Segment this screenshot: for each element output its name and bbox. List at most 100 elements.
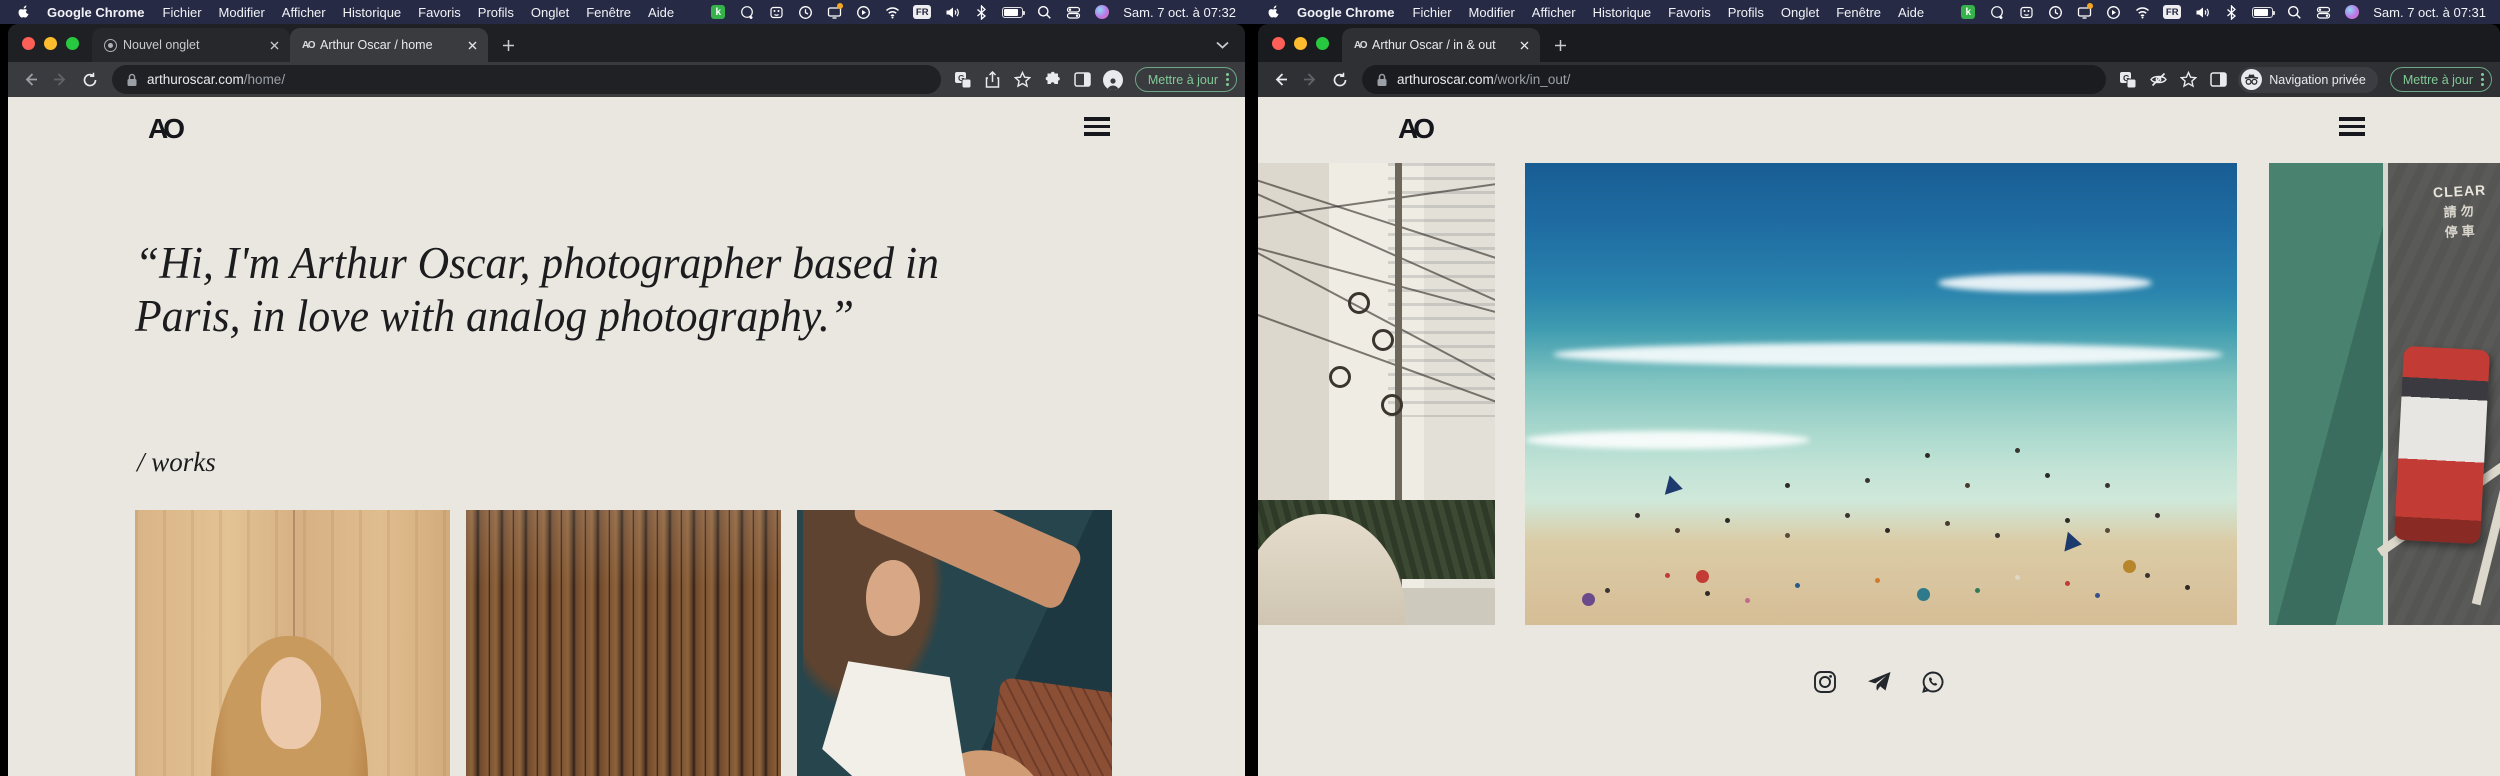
photo-portrait-blonde[interactable] [135, 510, 450, 776]
menu-item-favoris[interactable]: Favoris [418, 5, 461, 20]
menu-item-modifier[interactable]: Modifier [1469, 5, 1515, 20]
display-alert-icon[interactable] [2076, 3, 2094, 20]
control-center-icon[interactable] [2315, 4, 2331, 20]
side-panel-icon[interactable] [1069, 66, 1097, 94]
back-button[interactable] [1266, 66, 1294, 94]
battery-icon[interactable] [2252, 6, 2276, 18]
menu-clock[interactable]: Sam. 7 oct. à 07:32 [1123, 5, 1236, 20]
menu-item-profils[interactable]: Profils [1728, 5, 1764, 20]
keyboard-layout-fr[interactable]: FR [913, 5, 932, 19]
menu-item-historique[interactable]: Historique [1593, 5, 1652, 20]
bluetooth-icon[interactable] [2223, 4, 2239, 20]
eye-hidden-icon[interactable] [2144, 66, 2172, 94]
update-chrome-button[interactable]: Mettre à jour [2389, 67, 2492, 92]
minimize-window-button[interactable] [44, 37, 57, 50]
menu-app-name[interactable]: Google Chrome [47, 5, 145, 20]
photo-aerial-beach[interactable] [1525, 163, 2237, 625]
minimize-window-button[interactable] [1294, 37, 1307, 50]
spotlight-icon[interactable] [2286, 4, 2302, 20]
new-tab-button[interactable] [1546, 31, 1574, 59]
siri-icon[interactable] [1094, 4, 1110, 20]
spotlight-icon[interactable] [1036, 4, 1052, 20]
new-tab-button[interactable] [494, 31, 522, 59]
forward-button[interactable] [46, 66, 74, 94]
tab-arthur-oscar-in-out[interactable]: AO Arthur Oscar / in & out [1342, 28, 1540, 62]
menu-item-modifier[interactable]: Modifier [219, 5, 265, 20]
back-button[interactable] [16, 66, 44, 94]
address-bar[interactable]: arthuroscar.com/home/ [112, 65, 941, 94]
control-center-icon[interactable] [1065, 4, 1081, 20]
tab-search-chevron-icon[interactable] [1216, 36, 1229, 54]
play-circle-icon[interactable] [855, 4, 871, 20]
clock-menu-icon[interactable] [797, 4, 813, 20]
zoom-window-button[interactable] [66, 37, 79, 50]
tab-arthur-oscar-home[interactable]: AO Arthur Oscar / home [290, 28, 488, 62]
address-bar[interactable]: arthuroscar.com/work/in_out/ [1362, 65, 2107, 94]
side-panel-icon[interactable] [2204, 66, 2232, 94]
wifi-icon[interactable] [884, 4, 900, 20]
tab-nouvel-onglet[interactable]: Nouvel onglet [92, 28, 290, 62]
menu-item-afficher[interactable]: Afficher [1532, 5, 1576, 20]
zoom-window-button[interactable] [1316, 37, 1329, 50]
forward-button[interactable] [1296, 66, 1324, 94]
apple-menu-icon[interactable] [18, 4, 33, 20]
reload-button[interactable] [1326, 66, 1354, 94]
extensions-puzzle-icon[interactable] [1039, 66, 1067, 94]
whatsapp-icon[interactable] [1920, 669, 1946, 695]
photo-hongkong-taxi[interactable]: CLEAR 請勿 停車 [2269, 163, 2500, 625]
bookmark-star-icon[interactable] [1009, 66, 1037, 94]
close-window-button[interactable] [1272, 37, 1285, 50]
siri-icon[interactable] [2344, 4, 2360, 20]
close-window-button[interactable] [22, 37, 35, 50]
close-tab-icon[interactable] [464, 37, 480, 53]
menu-item-aide[interactable]: Aide [1898, 5, 1924, 20]
photo-utility-pole[interactable] [1258, 163, 1495, 625]
ao-site-logo[interactable]: AO [1398, 113, 1435, 145]
menu-item-onglet[interactable]: Onglet [1781, 5, 1819, 20]
menu-item-fichier[interactable]: Fichier [1413, 5, 1452, 20]
network-status-icon[interactable] [739, 4, 755, 20]
keyboard-layout-fr[interactable]: FR [2163, 5, 2182, 19]
volume-icon[interactable] [2194, 4, 2210, 20]
ao-site-logo[interactable]: AO [148, 113, 185, 145]
photo-woman-on-boat[interactable] [797, 510, 1112, 776]
play-circle-icon[interactable] [2105, 4, 2121, 20]
hamburger-menu-icon[interactable] [2339, 117, 2365, 136]
works-link[interactable]: / works [137, 447, 216, 478]
menu-item-historique[interactable]: Historique [343, 5, 402, 20]
telegram-icon[interactable] [1866, 669, 1892, 695]
bookmark-star-icon[interactable] [2174, 66, 2202, 94]
update-chrome-button[interactable]: Mettre à jour [1134, 67, 1237, 92]
display-alert-icon[interactable] [826, 3, 844, 20]
menu-item-favoris[interactable]: Favoris [1668, 5, 1711, 20]
photo-wood-slats[interactable] [466, 510, 781, 776]
apple-menu-icon[interactable] [1268, 4, 1283, 20]
reload-button[interactable] [76, 66, 104, 94]
close-tab-icon[interactable] [266, 37, 282, 53]
close-tab-icon[interactable] [1516, 37, 1532, 53]
menu-clock[interactable]: Sam. 7 oct. à 07:31 [2373, 5, 2486, 20]
package-app-icon[interactable] [768, 4, 784, 20]
menu-item-aide[interactable]: Aide [648, 5, 674, 20]
profile-avatar[interactable] [1099, 66, 1127, 94]
clock-menu-icon[interactable] [2047, 4, 2063, 20]
chrome-menu-icon[interactable] [1226, 73, 1229, 86]
network-status-icon[interactable] [1989, 4, 2005, 20]
instagram-icon[interactable] [1812, 669, 1838, 695]
translate-icon[interactable]: G [2114, 66, 2142, 94]
translate-icon[interactable]: G [949, 66, 977, 94]
menu-item-fichier[interactable]: Fichier [163, 5, 202, 20]
k-app-icon[interactable]: k [711, 5, 726, 19]
menu-item-onglet[interactable]: Onglet [531, 5, 569, 20]
bluetooth-icon[interactable] [973, 4, 989, 20]
menu-app-name[interactable]: Google Chrome [1297, 5, 1395, 20]
menu-item-profils[interactable]: Profils [478, 5, 514, 20]
menu-item-fenetre[interactable]: Fenêtre [1836, 5, 1881, 20]
k-app-icon[interactable]: k [1961, 5, 1976, 19]
menu-item-afficher[interactable]: Afficher [282, 5, 326, 20]
package-app-icon[interactable] [2018, 4, 2034, 20]
hamburger-menu-icon[interactable] [1084, 117, 1110, 136]
wifi-icon[interactable] [2134, 4, 2150, 20]
share-icon[interactable] [979, 66, 1007, 94]
menu-item-fenetre[interactable]: Fenêtre [586, 5, 631, 20]
